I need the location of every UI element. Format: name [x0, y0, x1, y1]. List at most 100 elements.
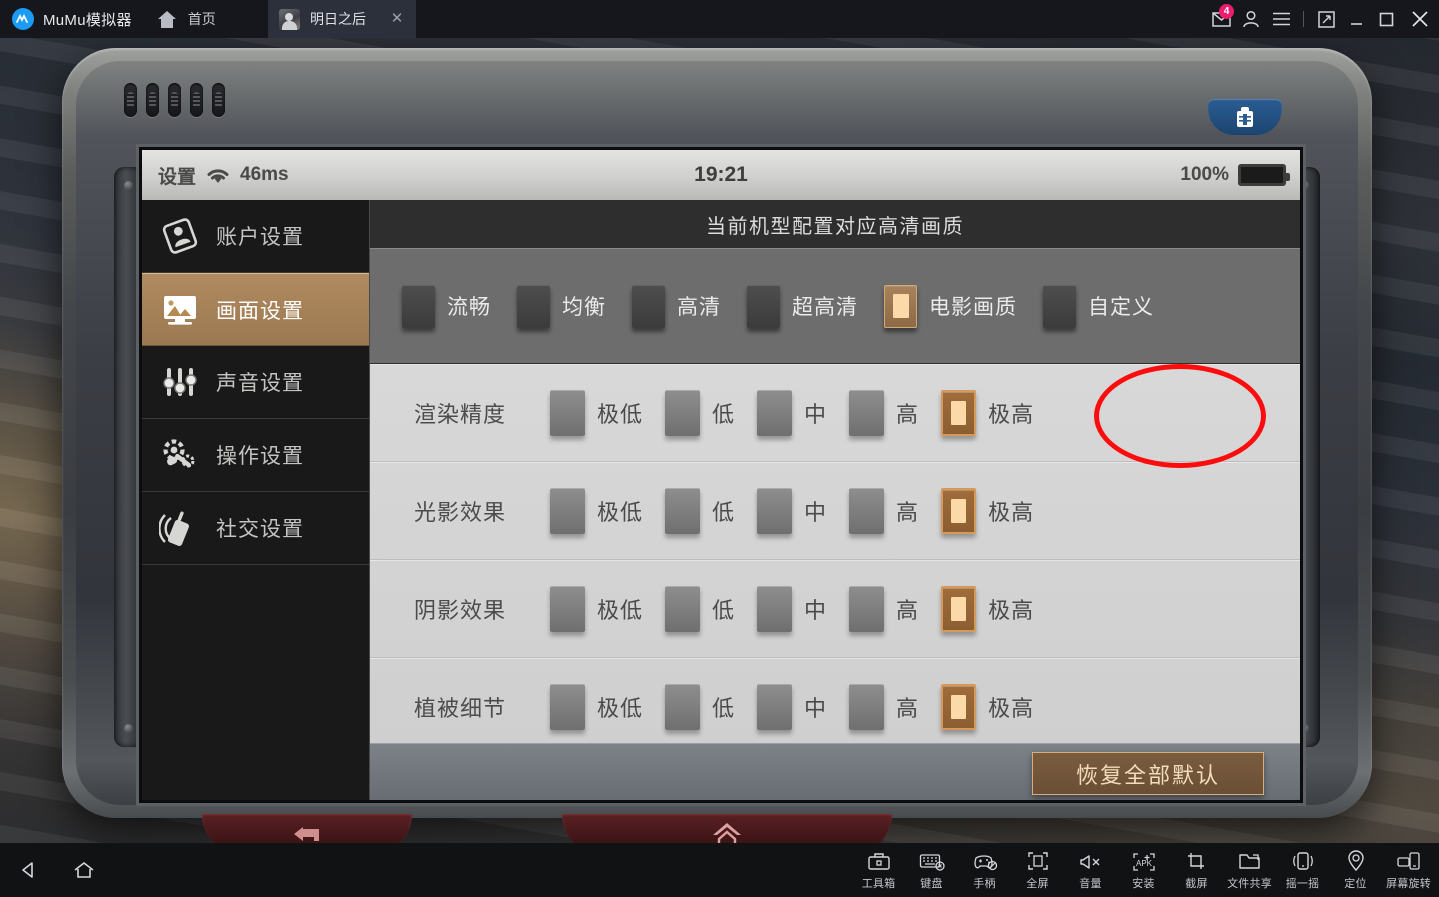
tool-keyboard[interactable]: 键盘	[905, 843, 958, 897]
option-high[interactable]: 高	[849, 487, 919, 534]
checkbox[interactable]	[849, 487, 885, 534]
menu-icon[interactable]	[1266, 0, 1296, 38]
multi-window-icon[interactable]	[1311, 0, 1341, 38]
tool-location[interactable]: 定位	[1329, 843, 1382, 897]
option-label: 中	[804, 499, 828, 525]
option-verylow[interactable]: 极低	[550, 683, 643, 730]
checkbox[interactable]	[849, 389, 885, 436]
tool-toolbox[interactable]: 工具箱	[852, 843, 905, 897]
option-medium[interactable]: 中	[757, 683, 827, 730]
tool-fileshare[interactable]: 文件共享	[1223, 843, 1276, 897]
preset-option-hd[interactable]: 高清	[632, 284, 721, 328]
home-icon[interactable]	[154, 6, 180, 32]
checkbox[interactable]	[757, 389, 793, 436]
checkbox[interactable]	[550, 585, 585, 632]
sidebar-item-sound[interactable]: 声音设置	[142, 346, 369, 419]
tool-shake[interactable]: 摇一摇	[1276, 843, 1329, 897]
checkbox[interactable]	[747, 284, 780, 328]
tool-screenshot[interactable]: 截屏	[1170, 843, 1223, 897]
tool-fullscreen[interactable]: 全屏	[1011, 843, 1064, 897]
checkbox[interactable]	[550, 487, 585, 534]
preset-option-custom[interactable]: 自定义	[1043, 284, 1154, 328]
checkbox[interactable]	[665, 389, 701, 436]
option-label: 中	[804, 401, 828, 427]
house-icon[interactable]	[562, 814, 892, 843]
option-verylow[interactable]: 极低	[550, 585, 643, 632]
checkbox-selected[interactable]	[941, 585, 977, 632]
option-low[interactable]: 低	[665, 389, 735, 436]
checkbox[interactable]	[517, 284, 550, 328]
inbox-icon[interactable]: 4	[1206, 0, 1236, 38]
option-veryhigh[interactable]: 极高	[941, 487, 1034, 534]
option-low[interactable]: 低	[665, 585, 735, 632]
close-icon[interactable]: ✕	[390, 11, 404, 26]
tool-volume[interactable]: 音量	[1064, 843, 1117, 897]
checkbox-selected[interactable]	[941, 683, 977, 730]
option-label: 极高	[988, 597, 1035, 623]
preset-label: 均衡	[562, 296, 606, 319]
volume-mute-icon	[1079, 848, 1103, 873]
sidebar-item-controls[interactable]: 操作设置	[142, 419, 369, 492]
checkbox[interactable]	[632, 284, 665, 328]
mumu-logo-icon	[12, 8, 34, 30]
option-veryhigh[interactable]: 极高	[941, 389, 1034, 436]
maximize-icon[interactable]	[1371, 0, 1401, 38]
checkbox-selected[interactable]	[941, 389, 977, 436]
gamepad-icon	[972, 848, 998, 873]
preset-option-ultrahd[interactable]: 超高清	[747, 284, 858, 328]
checkbox[interactable]	[665, 487, 701, 534]
checkbox[interactable]	[757, 487, 793, 534]
svg-text:APK: APK	[1135, 859, 1152, 868]
option-medium[interactable]: 中	[757, 487, 828, 534]
option-high[interactable]: 高	[849, 683, 920, 730]
back-arrow-icon[interactable]	[202, 814, 412, 843]
tool-install[interactable]: APK 安装	[1117, 843, 1170, 897]
option-medium[interactable]: 中	[757, 389, 828, 436]
checkbox-selected[interactable]	[941, 487, 977, 534]
backpack-icon[interactable]	[1208, 99, 1282, 135]
android-home-icon[interactable]	[56, 843, 112, 897]
tool-rotate[interactable]: 屏幕旋转	[1382, 843, 1435, 897]
app-name: MuMu模拟器	[43, 11, 132, 29]
apk-install-icon: APK	[1131, 848, 1157, 873]
preset-option-cinematic[interactable]: 电影画质	[884, 284, 1017, 328]
option-high[interactable]: 高	[849, 585, 919, 632]
checkbox[interactable]	[757, 683, 793, 730]
option-low[interactable]: 低	[665, 487, 735, 534]
option-veryhigh[interactable]: 极高	[941, 585, 1035, 632]
preset-label: 流畅	[447, 296, 491, 319]
checkbox[interactable]	[665, 683, 701, 730]
sidebar-item-social[interactable]: 社交设置	[142, 492, 369, 565]
android-back-icon[interactable]	[0, 843, 56, 897]
checkbox[interactable]	[757, 585, 793, 632]
checkbox[interactable]	[550, 389, 585, 436]
checkbox[interactable]	[665, 585, 701, 632]
sidebar-item-account[interactable]: 账户设置	[142, 200, 369, 273]
checkbox[interactable]	[1043, 284, 1076, 328]
checkbox[interactable]	[550, 683, 585, 730]
restore-defaults-button[interactable]: 恢复全部默认	[1032, 752, 1264, 795]
home-tab-label[interactable]: 首页	[188, 9, 216, 29]
option-low[interactable]: 低	[665, 683, 735, 730]
sidebar-item-display[interactable]: 画面设置	[142, 273, 369, 346]
minimize-icon[interactable]	[1341, 0, 1371, 38]
option-high[interactable]: 高	[849, 389, 920, 436]
option-medium[interactable]: 中	[757, 585, 827, 632]
user-icon[interactable]	[1236, 0, 1266, 38]
tool-gamepad[interactable]: 手柄	[958, 843, 1011, 897]
inbox-badge: 4	[1219, 4, 1234, 19]
option-veryhigh[interactable]: 极高	[941, 683, 1034, 730]
gear-wrench-icon	[152, 436, 208, 474]
option-verylow[interactable]: 极低	[550, 389, 643, 436]
close-window-icon[interactable]	[1401, 0, 1439, 38]
option-label: 高	[896, 695, 920, 721]
checkbox[interactable]	[849, 683, 885, 730]
option-label: 高	[896, 401, 920, 427]
checkbox-selected[interactable]	[884, 284, 917, 328]
checkbox[interactable]	[849, 585, 885, 632]
tab-game[interactable]: 明日之后 ✕	[268, 0, 416, 38]
checkbox[interactable]	[402, 284, 435, 328]
preset-option-smooth[interactable]: 流畅	[402, 284, 491, 328]
preset-option-balanced[interactable]: 均衡	[517, 284, 606, 328]
option-verylow[interactable]: 极低	[550, 487, 643, 534]
